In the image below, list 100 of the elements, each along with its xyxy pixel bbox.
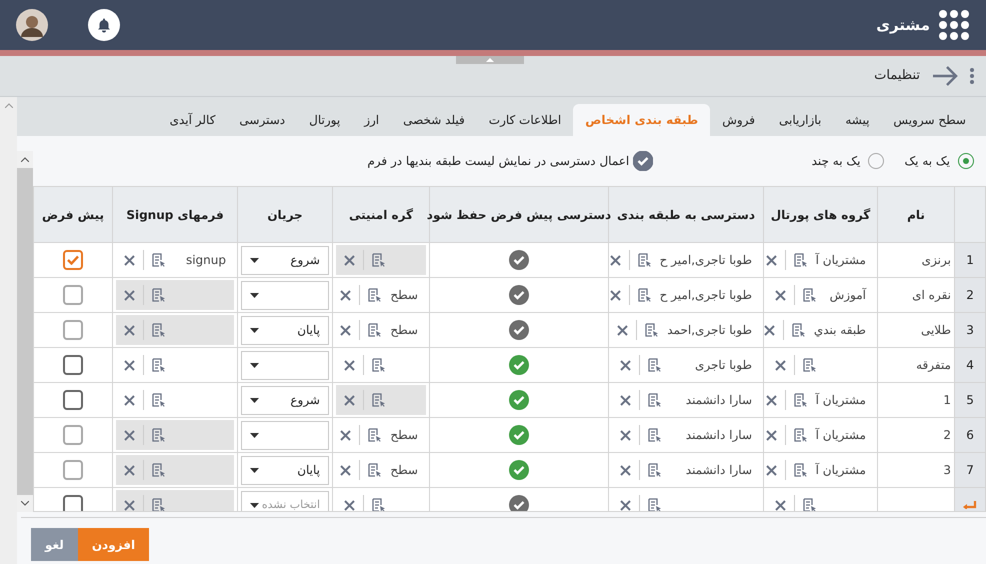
list-pointer-icon[interactable] xyxy=(648,358,662,372)
list-pointer-icon[interactable] xyxy=(638,288,652,302)
radio-option[interactable]: یک به یک xyxy=(904,152,974,170)
list-pointer-icon[interactable] xyxy=(152,253,166,267)
list-pointer-icon[interactable] xyxy=(803,358,817,372)
clear-icon[interactable] xyxy=(124,360,135,370)
tab[interactable]: ارز xyxy=(352,104,392,136)
clear-icon[interactable] xyxy=(775,360,786,370)
list-pointer-icon[interactable] xyxy=(152,323,166,337)
checkbox[interactable] xyxy=(63,250,83,270)
list-pointer-icon[interactable] xyxy=(803,498,817,511)
list-pointer-icon[interactable] xyxy=(794,428,808,442)
collapse-handle[interactable] xyxy=(456,56,524,64)
clear-icon[interactable] xyxy=(766,430,777,440)
list-pointer-icon[interactable] xyxy=(803,288,817,302)
list-pointer-icon[interactable] xyxy=(648,463,662,477)
clear-icon[interactable] xyxy=(124,254,135,266)
picker-field[interactable] xyxy=(116,315,234,345)
tab[interactable]: فیلد شخصی xyxy=(391,104,477,136)
tab[interactable]: پیشه xyxy=(833,104,882,136)
clear-icon[interactable] xyxy=(775,500,786,510)
clear-icon[interactable] xyxy=(124,500,135,510)
tab[interactable]: سطح سرویس xyxy=(881,104,978,136)
tab[interactable]: اطلاعات کارت xyxy=(476,104,574,136)
avatar[interactable] xyxy=(16,9,48,41)
list-pointer-icon[interactable] xyxy=(152,358,166,372)
clear-icon[interactable] xyxy=(766,254,777,266)
list-pointer-icon[interactable] xyxy=(372,498,386,511)
list-pointer-icon[interactable] xyxy=(152,498,166,511)
checkbox[interactable] xyxy=(63,355,83,375)
scroll-up-icon[interactable] xyxy=(21,157,29,162)
list-pointer-icon[interactable] xyxy=(792,323,806,337)
list-pointer-icon[interactable] xyxy=(368,428,382,442)
clear-icon[interactable] xyxy=(617,324,628,336)
checkbox[interactable] xyxy=(63,495,83,511)
list-pointer-icon[interactable] xyxy=(372,358,386,372)
clear-icon[interactable] xyxy=(610,254,621,266)
radio-button[interactable] xyxy=(958,153,974,169)
scroll-down-icon[interactable] xyxy=(21,501,29,506)
clear-icon[interactable] xyxy=(620,464,631,476)
list-pointer-icon[interactable] xyxy=(794,393,808,407)
scrollbar[interactable] xyxy=(17,151,33,512)
clear-icon[interactable] xyxy=(340,430,352,440)
list-pointer-icon[interactable] xyxy=(152,288,166,302)
clear-icon[interactable] xyxy=(766,394,777,406)
clear-icon[interactable] xyxy=(620,430,631,440)
dropdown-field[interactable] xyxy=(241,280,329,310)
list-pointer-icon[interactable] xyxy=(152,463,166,477)
radio-button[interactable] xyxy=(868,153,884,169)
tab[interactable]: پورتال xyxy=(297,104,352,136)
picker-field[interactable] xyxy=(116,455,234,485)
dropdown-field[interactable]: شروع xyxy=(241,386,329,414)
picker-field[interactable] xyxy=(336,385,426,415)
clear-icon[interactable] xyxy=(124,394,135,406)
dropdown-field[interactable]: پایان xyxy=(241,316,329,344)
list-pointer-icon[interactable] xyxy=(645,323,660,337)
list-pointer-icon[interactable] xyxy=(638,253,652,267)
picker-field[interactable] xyxy=(116,420,234,450)
tab[interactable]: کالر آیدی xyxy=(158,104,228,136)
list-pointer-icon[interactable] xyxy=(368,288,382,302)
list-pointer-icon[interactable] xyxy=(648,428,662,442)
list-pointer-icon[interactable] xyxy=(794,463,808,477)
more-vertical-icon[interactable] xyxy=(970,68,974,84)
list-pointer-icon[interactable] xyxy=(648,498,662,511)
tab[interactable]: دسترسی xyxy=(227,104,298,136)
list-pointer-icon[interactable] xyxy=(794,253,808,267)
clear-icon[interactable] xyxy=(610,290,621,300)
list-pointer-icon[interactable] xyxy=(368,323,382,337)
dropdown-field[interactable]: شروع xyxy=(241,246,329,274)
clear-icon[interactable] xyxy=(620,360,631,370)
clear-icon[interactable] xyxy=(344,360,355,370)
clear-icon[interactable] xyxy=(340,324,352,336)
clear-icon[interactable] xyxy=(344,254,355,266)
clear-icon[interactable] xyxy=(340,290,352,300)
list-pointer-icon[interactable] xyxy=(372,393,386,407)
dropdown-field[interactable] xyxy=(241,420,329,450)
apps-grid-icon[interactable] xyxy=(938,9,970,41)
picker-field[interactable] xyxy=(116,490,234,511)
clear-icon[interactable] xyxy=(124,324,135,336)
notification-button[interactable] xyxy=(88,9,120,41)
clear-icon[interactable] xyxy=(620,500,631,510)
radio-option[interactable]: یک به چند xyxy=(812,152,884,170)
picker-field[interactable] xyxy=(116,280,234,310)
list-pointer-icon[interactable] xyxy=(648,393,662,407)
clear-icon[interactable] xyxy=(764,324,775,336)
list-pointer-icon[interactable] xyxy=(152,393,166,407)
clear-icon[interactable] xyxy=(344,500,355,510)
list-pointer-icon[interactable] xyxy=(368,463,382,477)
arrow-right-icon[interactable] xyxy=(932,66,958,86)
dropdown-field[interactable]: پایان xyxy=(241,456,329,484)
dropdown-field[interactable] xyxy=(241,350,329,380)
picker-field[interactable] xyxy=(336,245,426,275)
tab[interactable]: فروش xyxy=(710,104,768,136)
tab[interactable]: بازاریابی xyxy=(767,104,834,136)
clear-icon[interactable] xyxy=(340,464,352,476)
clear-icon[interactable] xyxy=(124,290,135,300)
checkbox[interactable] xyxy=(63,390,83,410)
clear-icon[interactable] xyxy=(766,464,777,476)
list-pointer-icon[interactable] xyxy=(152,428,166,442)
clear-icon[interactable] xyxy=(775,290,786,300)
